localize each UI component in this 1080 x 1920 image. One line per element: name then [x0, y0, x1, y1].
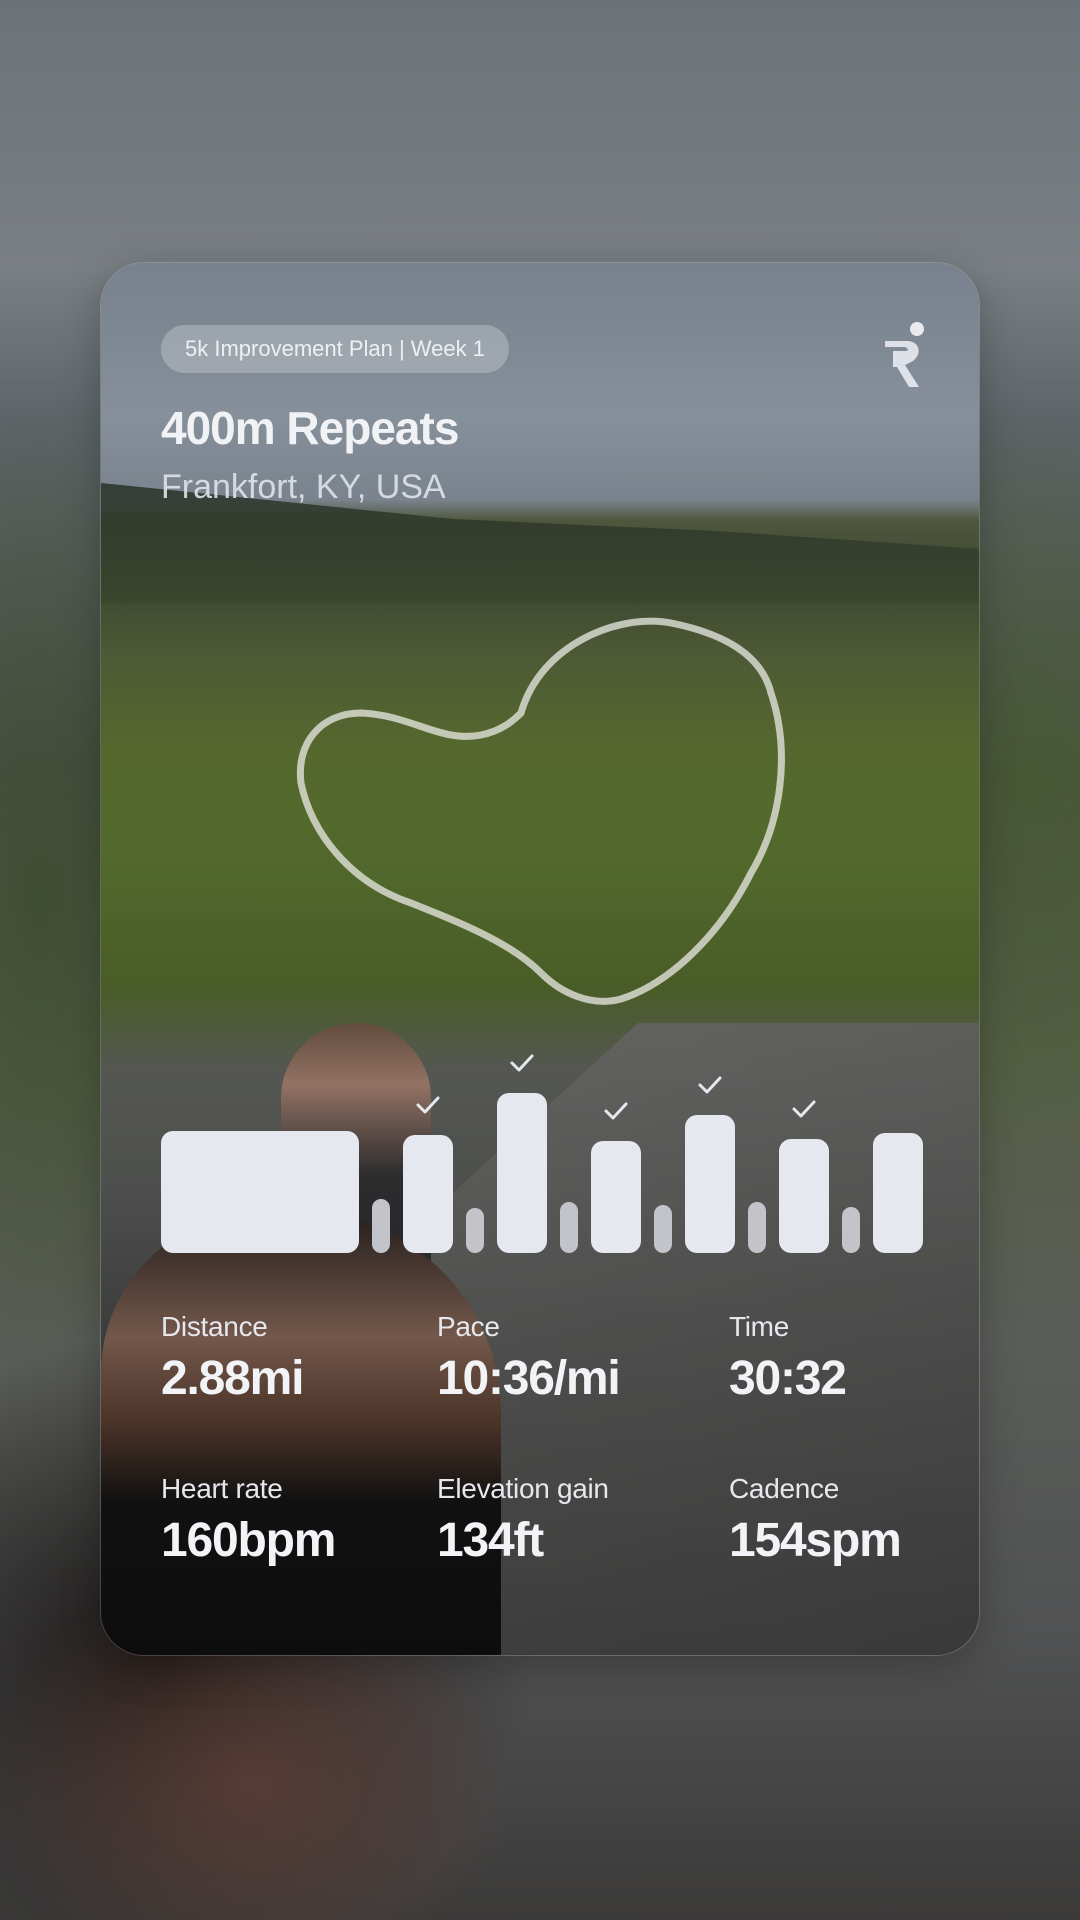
interval-bar-recovery: [466, 1208, 484, 1253]
stat-value: 10:36/mi: [437, 1352, 621, 1405]
interval-bar-chart: [161, 1054, 923, 1253]
interval-bar-repeat: [873, 1133, 923, 1253]
interval-bar-repeat: [779, 1139, 829, 1253]
stat-elevation-gain: Elevation gain 134ft: [437, 1473, 609, 1568]
checkmark-icon: [510, 1054, 534, 1072]
stat-distance: Distance 2.88mi: [161, 1311, 304, 1406]
stat-value: 160bpm: [161, 1514, 336, 1567]
stat-value: 30:32: [729, 1352, 847, 1405]
stat-cadence: Cadence 154spm: [729, 1473, 902, 1568]
stat-label: Elevation gain: [437, 1473, 609, 1504]
stat-value: 154spm: [729, 1514, 902, 1567]
stat-label: Time: [729, 1311, 789, 1342]
interval-bar-warmup: [161, 1131, 359, 1253]
interval-bar-recovery: [372, 1199, 390, 1253]
interval-bar-recovery: [842, 1207, 860, 1253]
interval-bar-recovery: [654, 1205, 672, 1253]
interval-bar-repeat: [685, 1115, 735, 1253]
stat-label: Cadence: [729, 1473, 839, 1504]
interval-bar-repeat: [497, 1093, 547, 1253]
stat-label: Pace: [437, 1311, 500, 1342]
checkmark-icon: [416, 1096, 440, 1114]
interval-bar-recovery: [560, 1202, 578, 1253]
stat-value: 2.88mi: [161, 1352, 304, 1405]
stat-label: Heart rate: [161, 1473, 283, 1504]
stat-label: Distance: [161, 1311, 268, 1342]
stat-time: Time 30:32: [729, 1311, 847, 1406]
interval-bar-repeat: [403, 1135, 453, 1253]
workout-share-card: 5k Improvement Plan | Week 1 400m Repeat…: [100, 262, 980, 1656]
checkmark-icon: [698, 1076, 722, 1094]
checkmark-icon: [604, 1102, 628, 1120]
interval-bar-recovery: [748, 1202, 766, 1253]
checkmark-icon: [792, 1100, 816, 1118]
interval-bar-repeat: [591, 1141, 641, 1253]
stat-heart-rate: Heart rate 160bpm: [161, 1473, 336, 1568]
stat-pace: Pace 10:36/mi: [437, 1311, 621, 1406]
stat-value: 134ft: [437, 1514, 544, 1567]
